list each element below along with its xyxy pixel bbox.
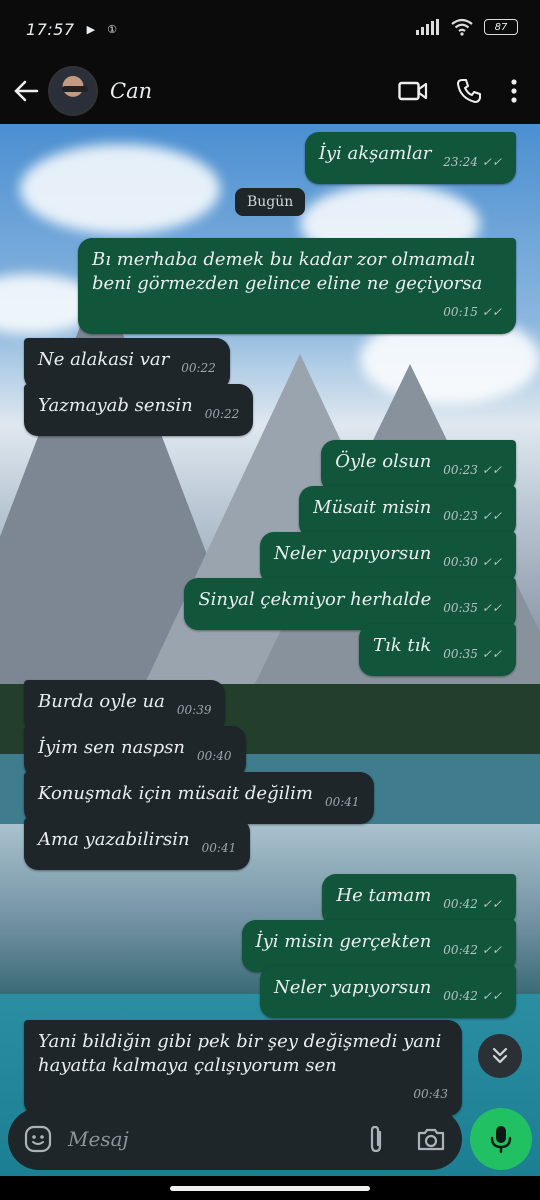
message-text: Ama yazabilirsin [38,829,190,850]
message-text: Konuşmak için müsait değilim [38,783,313,804]
message-text: Yazmayab sensin [38,395,193,416]
message-bubble[interactable]: Sinyal çekmiyor herhalde 00:35 ✓✓ [184,578,516,630]
message-bubble[interactable]: Ne alakasi var 00:22 [24,338,230,390]
arrow-left-icon [14,80,39,102]
message-text: Tık tık [373,635,432,656]
video-call-icon[interactable] [398,80,428,102]
message-time: 00:23 [443,463,478,477]
message-bubble[interactable]: Müsait misin 00:23 ✓✓ [299,486,516,538]
chat-area[interactable]: İyi akşamlar 23:24 ✓✓ Bugün Bı merhaba dem… [0,124,540,1200]
paperclip-icon[interactable] [364,1124,388,1154]
message-time: 00:35 [443,647,478,661]
message-text: Neler yapıyorsun [273,543,432,564]
double-check-icon: ✓✓ [481,601,502,615]
double-check-icon: ✓✓ [481,897,502,911]
message-time: 00:41 [324,795,360,809]
voice-record-button[interactable] [470,1108,532,1170]
message-text: İyi misin gerçekten [255,931,432,952]
chat-header: Can [0,58,540,124]
message-time: 00:15 [443,305,478,319]
battery-icon: 87 [484,19,518,35]
microphone-icon [490,1126,512,1154]
home-indicator[interactable] [170,1186,370,1191]
message-time: 00:43 [413,1087,448,1101]
signal-icon [416,19,439,35]
camera-icon[interactable] [416,1126,446,1152]
message-bubble[interactable]: Tık tık 00:35 ✓✓ [359,624,516,676]
double-check-icon: ✓✓ [481,943,502,957]
message-bubble[interactable]: Ama yazabilirsin 00:41 [24,818,251,870]
message-time: 00:22 [181,361,216,375]
message-bubble[interactable]: Neler yapıyorsun 00:30 ✓✓ [259,532,516,584]
message-time: 00:42 [443,897,478,911]
message-bubble[interactable]: Burda oyle ua 00:39 [24,680,226,732]
message-time: 00:22 [204,407,240,421]
sticker-icon[interactable] [24,1125,52,1153]
play-icon: ▶ [86,22,96,36]
message-time: 00:42 [443,943,478,957]
double-check-icon: ✓✓ [481,463,502,477]
message-text: İyi akşamlar [318,143,432,164]
double-chevron-down-icon [492,1047,508,1064]
phone-icon[interactable] [456,78,482,104]
message-bubble[interactable]: Yazmayab sensin 00:22 [24,384,254,436]
message-bubble[interactable]: Öyle olsun 00:23 ✓✓ [321,440,516,492]
message-text: Burda oyle ua [38,691,165,712]
double-check-icon: ✓✓ [481,509,502,523]
double-check-icon: ✓✓ [481,989,502,1003]
message-text: Neler yapıyorsun [273,977,432,998]
date-divider: Bugün [235,188,306,216]
avatar[interactable] [48,66,98,116]
message-text: He tamam [336,885,432,906]
message-bubble[interactable]: İyim sen naspsn 00:40 [24,726,246,778]
message-time: 00:23 [443,509,478,523]
status-bar: 17:57 ▶ ① 87 [0,0,540,58]
message-text: Öyle olsun [335,451,432,472]
contact-name[interactable]: Can [110,79,398,103]
message-bubble[interactable]: İyi misin gerçekten 00:42 ✓✓ [241,920,516,972]
message-text: İyim sen naspsn [38,737,185,758]
message-time: 00:35 [443,601,478,615]
message-time: 00:41 [201,841,237,855]
status-time: 17:57 [26,19,75,39]
message-text: Müsait misin [313,497,432,518]
message-bubble[interactable]: Neler yapıyorsun 00:42 ✓✓ [259,966,516,1018]
message-bubble[interactable]: İyi akşamlar 23:24 ✓✓ [304,132,516,184]
message-bubble[interactable]: Konuşmak için müsait değilim 00:41 [24,772,374,824]
message-time: 00:42 [443,989,478,1003]
notification-icon: ① [107,22,117,36]
wifi-icon [451,18,473,36]
message-input[interactable]: Mesaj [68,1127,364,1151]
message-bubble[interactable]: Yani bildiğin gibi pek bir şey değişmedi… [24,1020,462,1116]
double-check-icon: ✓✓ [481,155,502,169]
double-check-icon: ✓✓ [481,305,502,319]
message-text: Bı merhaba demek bu kadar zor olmamalı b… [92,249,483,294]
message-text: Ne alakasi var [38,349,170,370]
message-composer[interactable]: Mesaj [8,1108,462,1170]
battery-level: 87 [494,21,508,33]
double-check-icon: ✓✓ [481,647,502,661]
message-text: Sinyal çekmiyor herhalde [198,589,432,610]
message-time: 00:40 [196,749,232,763]
message-time: 00:39 [176,703,212,717]
message-bubble[interactable]: He tamam 00:42 ✓✓ [322,874,516,926]
message-text: Yani bildiğin gibi pek bir şey değişmedi… [38,1031,442,1076]
status-icons: 87 [416,18,518,36]
back-button[interactable] [4,58,48,124]
message-time: 23:24 [443,155,478,169]
message-time: 00:30 [443,555,478,569]
double-check-icon: ✓✓ [481,555,502,569]
scroll-to-bottom-button[interactable] [478,1034,522,1078]
more-vert-icon[interactable] [510,78,518,104]
message-bubble[interactable]: Bı merhaba demek bu kadar zor olmamalı b… [78,238,516,334]
